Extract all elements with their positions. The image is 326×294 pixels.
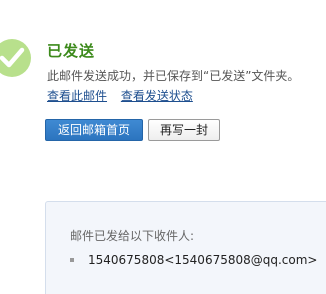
recipient-address: 1540675808<1540675808@qq.com> [88,253,318,267]
recipient-heading: 邮件已发给以下收件人: [70,229,195,243]
action-links: 查看此邮件 查看发送状态 [47,87,203,104]
page-title: 已发送 [47,42,96,60]
success-message: 此邮件发送成功，并已保存到“已发送”文件夹。 [47,69,300,83]
recipient-panel: 邮件已发给以下收件人: 1540675808<1540675808@qq.com… [45,201,326,294]
view-mail-link[interactable]: 查看此邮件 [47,89,107,103]
bullet-icon [70,257,74,262]
send-success-page: 已发送 此邮件发送成功，并已保存到“已发送”文件夹。 查看此邮件 查看发送状态 … [0,0,326,294]
back-to-inbox-button[interactable]: 返回邮箱首页 [45,119,143,141]
check-circle-icon [0,39,31,77]
view-send-status-link[interactable]: 查看发送状态 [121,89,193,103]
list-item: 1540675808<1540675808@qq.com> [70,253,317,267]
write-another-button[interactable]: 再写一封 [148,119,220,141]
